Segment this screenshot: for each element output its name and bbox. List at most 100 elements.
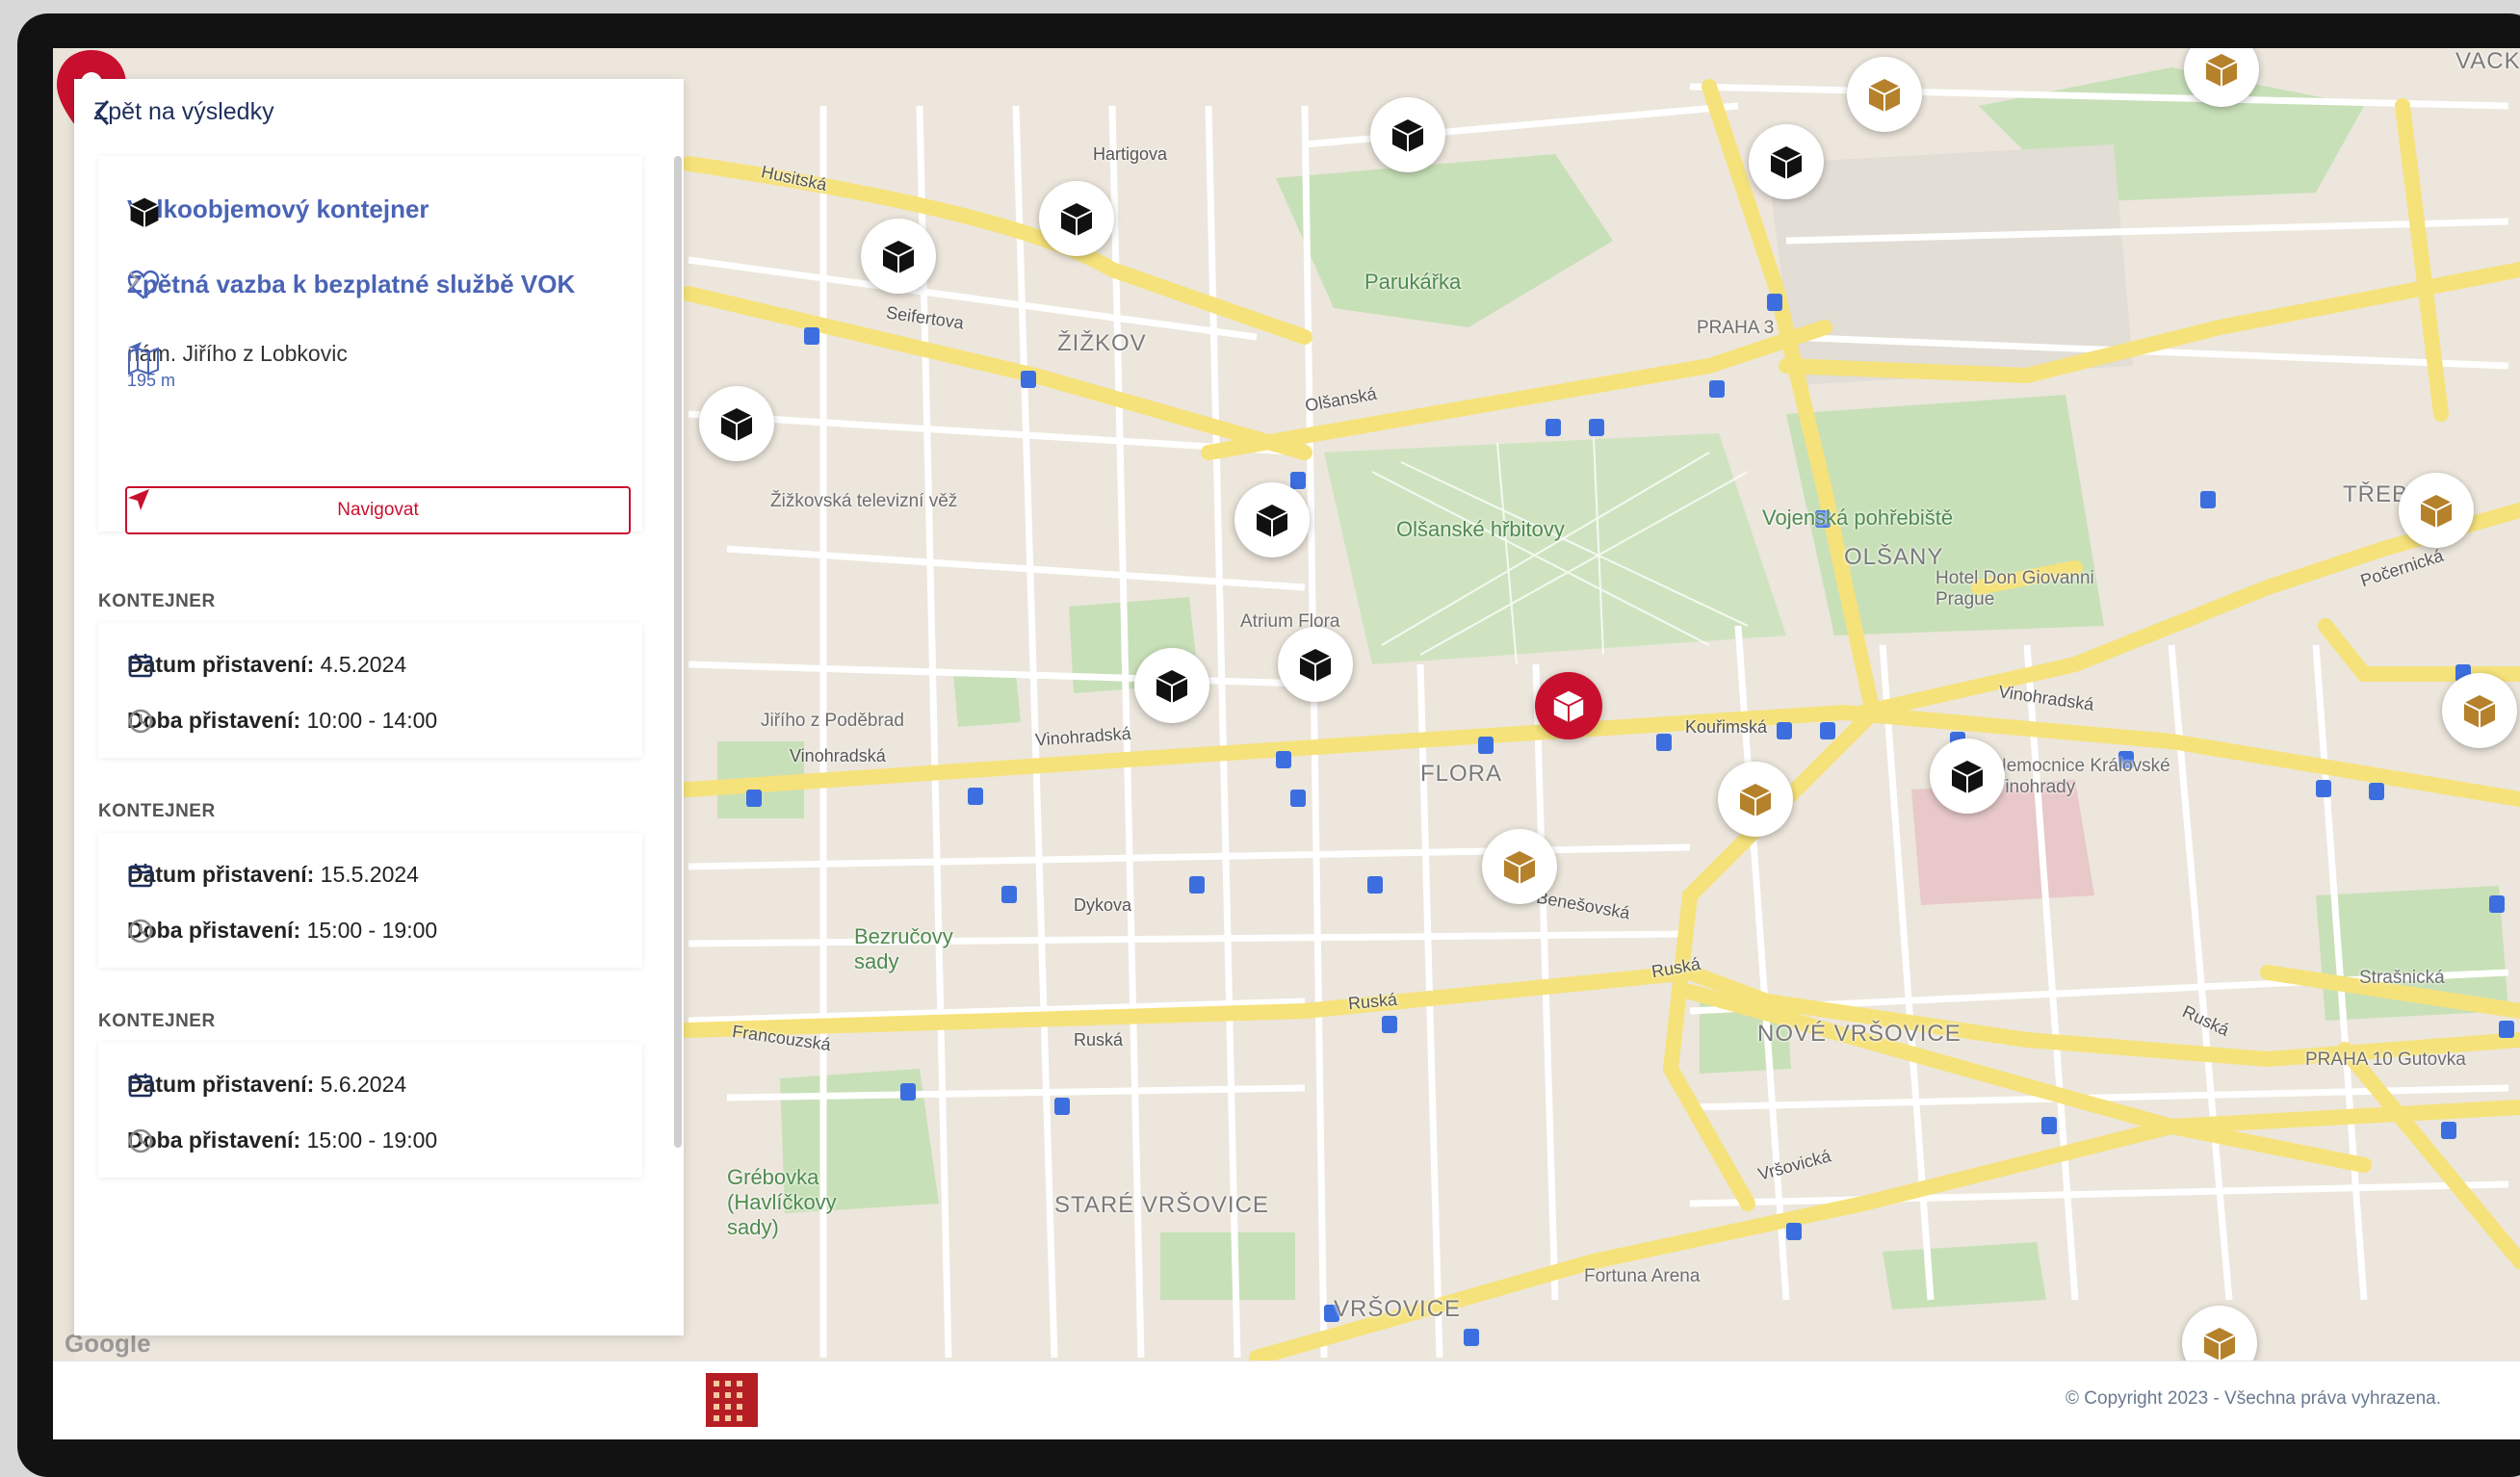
map[interactable]: ŽIŽKOV OLŠANY FLORA TŘEBESÍN NOVÉ VRŠOVI… [53, 48, 2520, 1360]
map-label-vrsovice: VRŠOVICE [1334, 1296, 1462, 1322]
container-black-icon [882, 241, 915, 273]
container-pin[interactable] [1718, 762, 1793, 837]
schedule-date-row: Datum přistavení: 5.6.2024 [127, 1072, 406, 1098]
container-black-icon [1256, 505, 1288, 537]
container-pin[interactable] [1039, 181, 1114, 256]
section-header-kontejner: KONTEJNER [98, 801, 216, 821]
chevron-left-icon [94, 99, 110, 126]
map-label-nove-vrsovice: NOVÉ VRŠOVICE [1757, 1021, 1961, 1047]
map-label-kourimska: Kouřimská [1685, 717, 1768, 737]
map-label-vinohradska-3: Vinohradská [790, 746, 886, 765]
container-pin[interactable] [1482, 829, 1557, 904]
container-brown-icon [1503, 851, 1536, 884]
container-pin[interactable] [1847, 57, 1922, 132]
container-pin[interactable] [1930, 738, 2005, 814]
container-brown-icon [1868, 79, 1901, 112]
container-title-link[interactable]: Velkoobjemový kontejner [127, 194, 429, 224]
map-label-stare-vrsovice: STARÉ VRŠOVICE [1054, 1192, 1269, 1218]
date-value: 5.6.2024 [320, 1072, 407, 1097]
map-label-fortuna: Fortuna Arena [1584, 1266, 1701, 1286]
address-text: nám. Jiřího z Lobkovic [127, 341, 348, 366]
container-brown-icon [2420, 495, 2453, 528]
map-label-nemocnice: Nemocnice Královské Vinohrady [1993, 756, 2170, 797]
map-label-flora: FLORA [1420, 761, 1503, 787]
feedback-link[interactable]: Zpětná vazba k bezplatné službě VOK [127, 270, 575, 299]
date-label: Datum přistavení: [127, 862, 315, 887]
map-label-zizkov: ŽIŽKOV [1057, 330, 1147, 356]
date-label: Datum přistavení: [127, 652, 315, 677]
schedule-card: Datum přistavení: 4.5.2024 Doba přistave… [98, 623, 642, 758]
calendar-icon [128, 1074, 153, 1098]
container-brown-icon [1739, 784, 1772, 816]
time-value: 10:00 - 14:00 [306, 708, 438, 733]
section-header-kontejner: KONTEJNER [98, 1011, 216, 1031]
map-label-dykova: Dykova [1074, 895, 1132, 915]
map-label-praha10: PRAHA 10 [2305, 1049, 2393, 1070]
navigate-label: Navigovat [337, 500, 419, 520]
schedule-time-row: Doba přistavení: 15:00 - 19:00 [127, 918, 437, 944]
container-black-icon [1299, 649, 1332, 682]
map-label-ruska-2: Ruská [1074, 1030, 1124, 1049]
schedule-date-row: Datum přistavení: 15.5.2024 [127, 862, 419, 888]
selected-container-pin[interactable] [1535, 672, 1602, 739]
container-title-row[interactable]: Velkoobjemový kontejner [127, 194, 429, 228]
container-black-icon [1951, 761, 1984, 793]
container-pin[interactable] [2399, 473, 2474, 548]
container-pin[interactable] [1278, 627, 1353, 702]
container-brown-icon [2205, 54, 2238, 87]
feedback-row[interactable]: Zpětná vazba k bezplatné službě VOK [127, 270, 575, 299]
container-black-icon [1156, 670, 1188, 703]
map-label-grebovka: Grébovka (Havlíčkovy sady) [727, 1165, 837, 1239]
back-label: Zpět na výsledky [93, 98, 274, 125]
praha-logo[interactable] [706, 1373, 758, 1427]
map-label-gutovka: Gutovka [2398, 1049, 2466, 1070]
map-label-vackov: VACKOV [2455, 48, 2520, 74]
distance: 195 m [127, 342, 348, 391]
time-value: 15:00 - 19:00 [306, 1127, 438, 1153]
copyright-text: © Copyright 2023 - Všechna práva vyhraze… [2065, 1388, 2441, 1409]
container-black-icon [720, 408, 753, 441]
schedule-time-row: Doba přistavení: 15:00 - 19:00 [127, 1127, 437, 1153]
address-row: nám. Jiřího z Lobkovic 195 m [127, 341, 348, 391]
container-pin[interactable] [1234, 482, 1310, 557]
container-pin[interactable] [2442, 673, 2517, 748]
container-selected-icon [1553, 690, 1584, 723]
map-label-olsany: OLŠANY [1844, 544, 1944, 570]
container-icon [130, 197, 159, 228]
navigate-button[interactable]: Navigovat [125, 486, 631, 534]
container-black-icon [1391, 119, 1424, 152]
chevron-right-icon [129, 272, 140, 289]
map-label-praha3: PRAHA 3 [1697, 318, 1775, 338]
back-to-results-link[interactable]: Zpět na výsledky [93, 98, 274, 126]
clock-icon [128, 919, 153, 944]
schedule-time-row: Doba přistavení: 10:00 - 14:00 [127, 708, 437, 734]
date-value: 15.5.2024 [320, 862, 419, 887]
map-label-ruska-1: Ruská [1347, 989, 1398, 1014]
date-label: Datum přistavení: [127, 1072, 315, 1097]
navigation-arrow-icon [128, 489, 149, 510]
calendar-icon [128, 864, 153, 888]
clock-icon [128, 1128, 153, 1153]
detail-panel: Zpět na výsledky Velkoobjemový kontejner… [74, 79, 684, 1335]
container-info-card: Velkoobjemový kontejner Zpětná vazba k b… [98, 156, 642, 534]
map-label-parukarka: Parukářka [1364, 270, 1462, 294]
container-pin[interactable] [861, 219, 936, 294]
schedule-card: Datum přistavení: 15.5.2024 Doba přistav… [98, 833, 642, 968]
section-header-kontejner: KONTEJNER [98, 591, 216, 611]
time-value: 15:00 - 19:00 [306, 918, 438, 943]
panel-scrollbar[interactable] [674, 156, 682, 1148]
map-label-tower: Žižkovská televizní věž [770, 491, 958, 511]
map-label-hartigova: Hartigova [1093, 144, 1168, 164]
container-pin[interactable] [1749, 124, 1824, 199]
map-label-olsanske: Olšanské hřbitovy [1396, 517, 1565, 541]
date-value: 4.5.2024 [320, 652, 407, 677]
map-label-bezrucovy: Bezručovy sady [854, 924, 953, 973]
map-label-hotel: Hotel Don Giovanni Prague [1935, 568, 2094, 609]
map-label-strasnicka: Strašnická [2359, 968, 2445, 988]
container-pin[interactable] [1370, 97, 1445, 172]
container-pin[interactable] [699, 386, 774, 461]
calendar-icon [128, 654, 153, 678]
map-label-jiriho: Jiřího z Poděbrad [761, 711, 904, 731]
container-black-icon [1770, 146, 1803, 179]
container-pin[interactable] [1134, 648, 1209, 723]
